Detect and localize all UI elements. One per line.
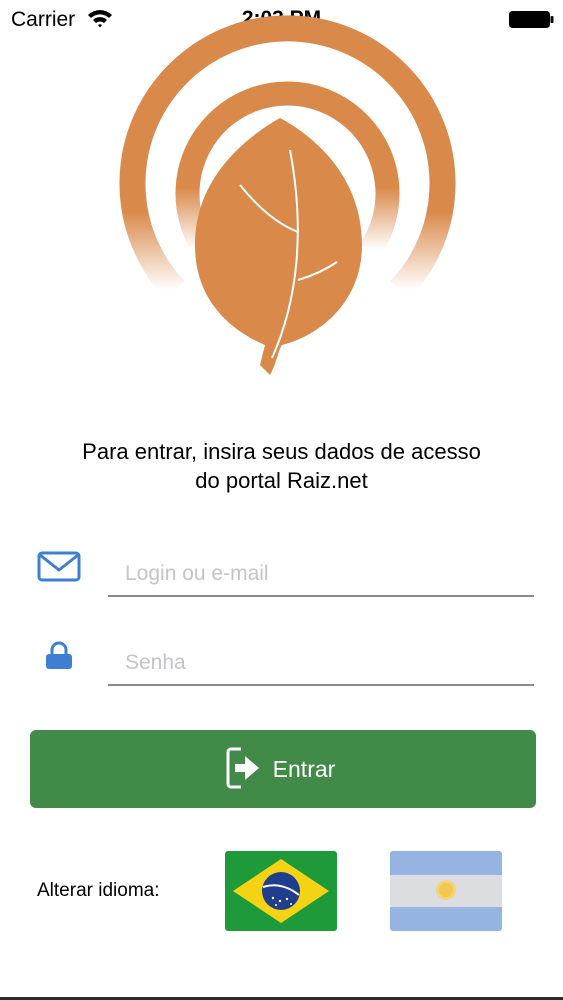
- brazil-flag[interactable]: [225, 851, 337, 931]
- argentina-flag[interactable]: [390, 851, 502, 931]
- enter-button-label: Entrar: [272, 755, 336, 782]
- language-label: Alterar idioma:: [37, 880, 160, 901]
- battery-icon: [509, 11, 555, 34]
- password-field-row: [0, 640, 563, 700]
- login-instructions-line1: Para entrar, insira seus dados de acesso: [82, 439, 481, 464]
- login-instructions: Para entrar, insira seus dados de acesso…: [20, 437, 543, 495]
- login-input[interactable]: [108, 553, 534, 597]
- envelope-icon: [37, 551, 81, 588]
- login-field-row: [0, 551, 563, 611]
- password-input[interactable]: [108, 642, 534, 686]
- enter-button-content: Entrar: [30, 730, 536, 808]
- login-instructions-line2: do portal Raiz.net: [195, 468, 368, 493]
- sign-in-icon: [225, 746, 263, 793]
- lock-icon: [44, 641, 74, 676]
- app-logo: [100, 0, 465, 390]
- enter-button[interactable]: Entrar: [30, 730, 536, 808]
